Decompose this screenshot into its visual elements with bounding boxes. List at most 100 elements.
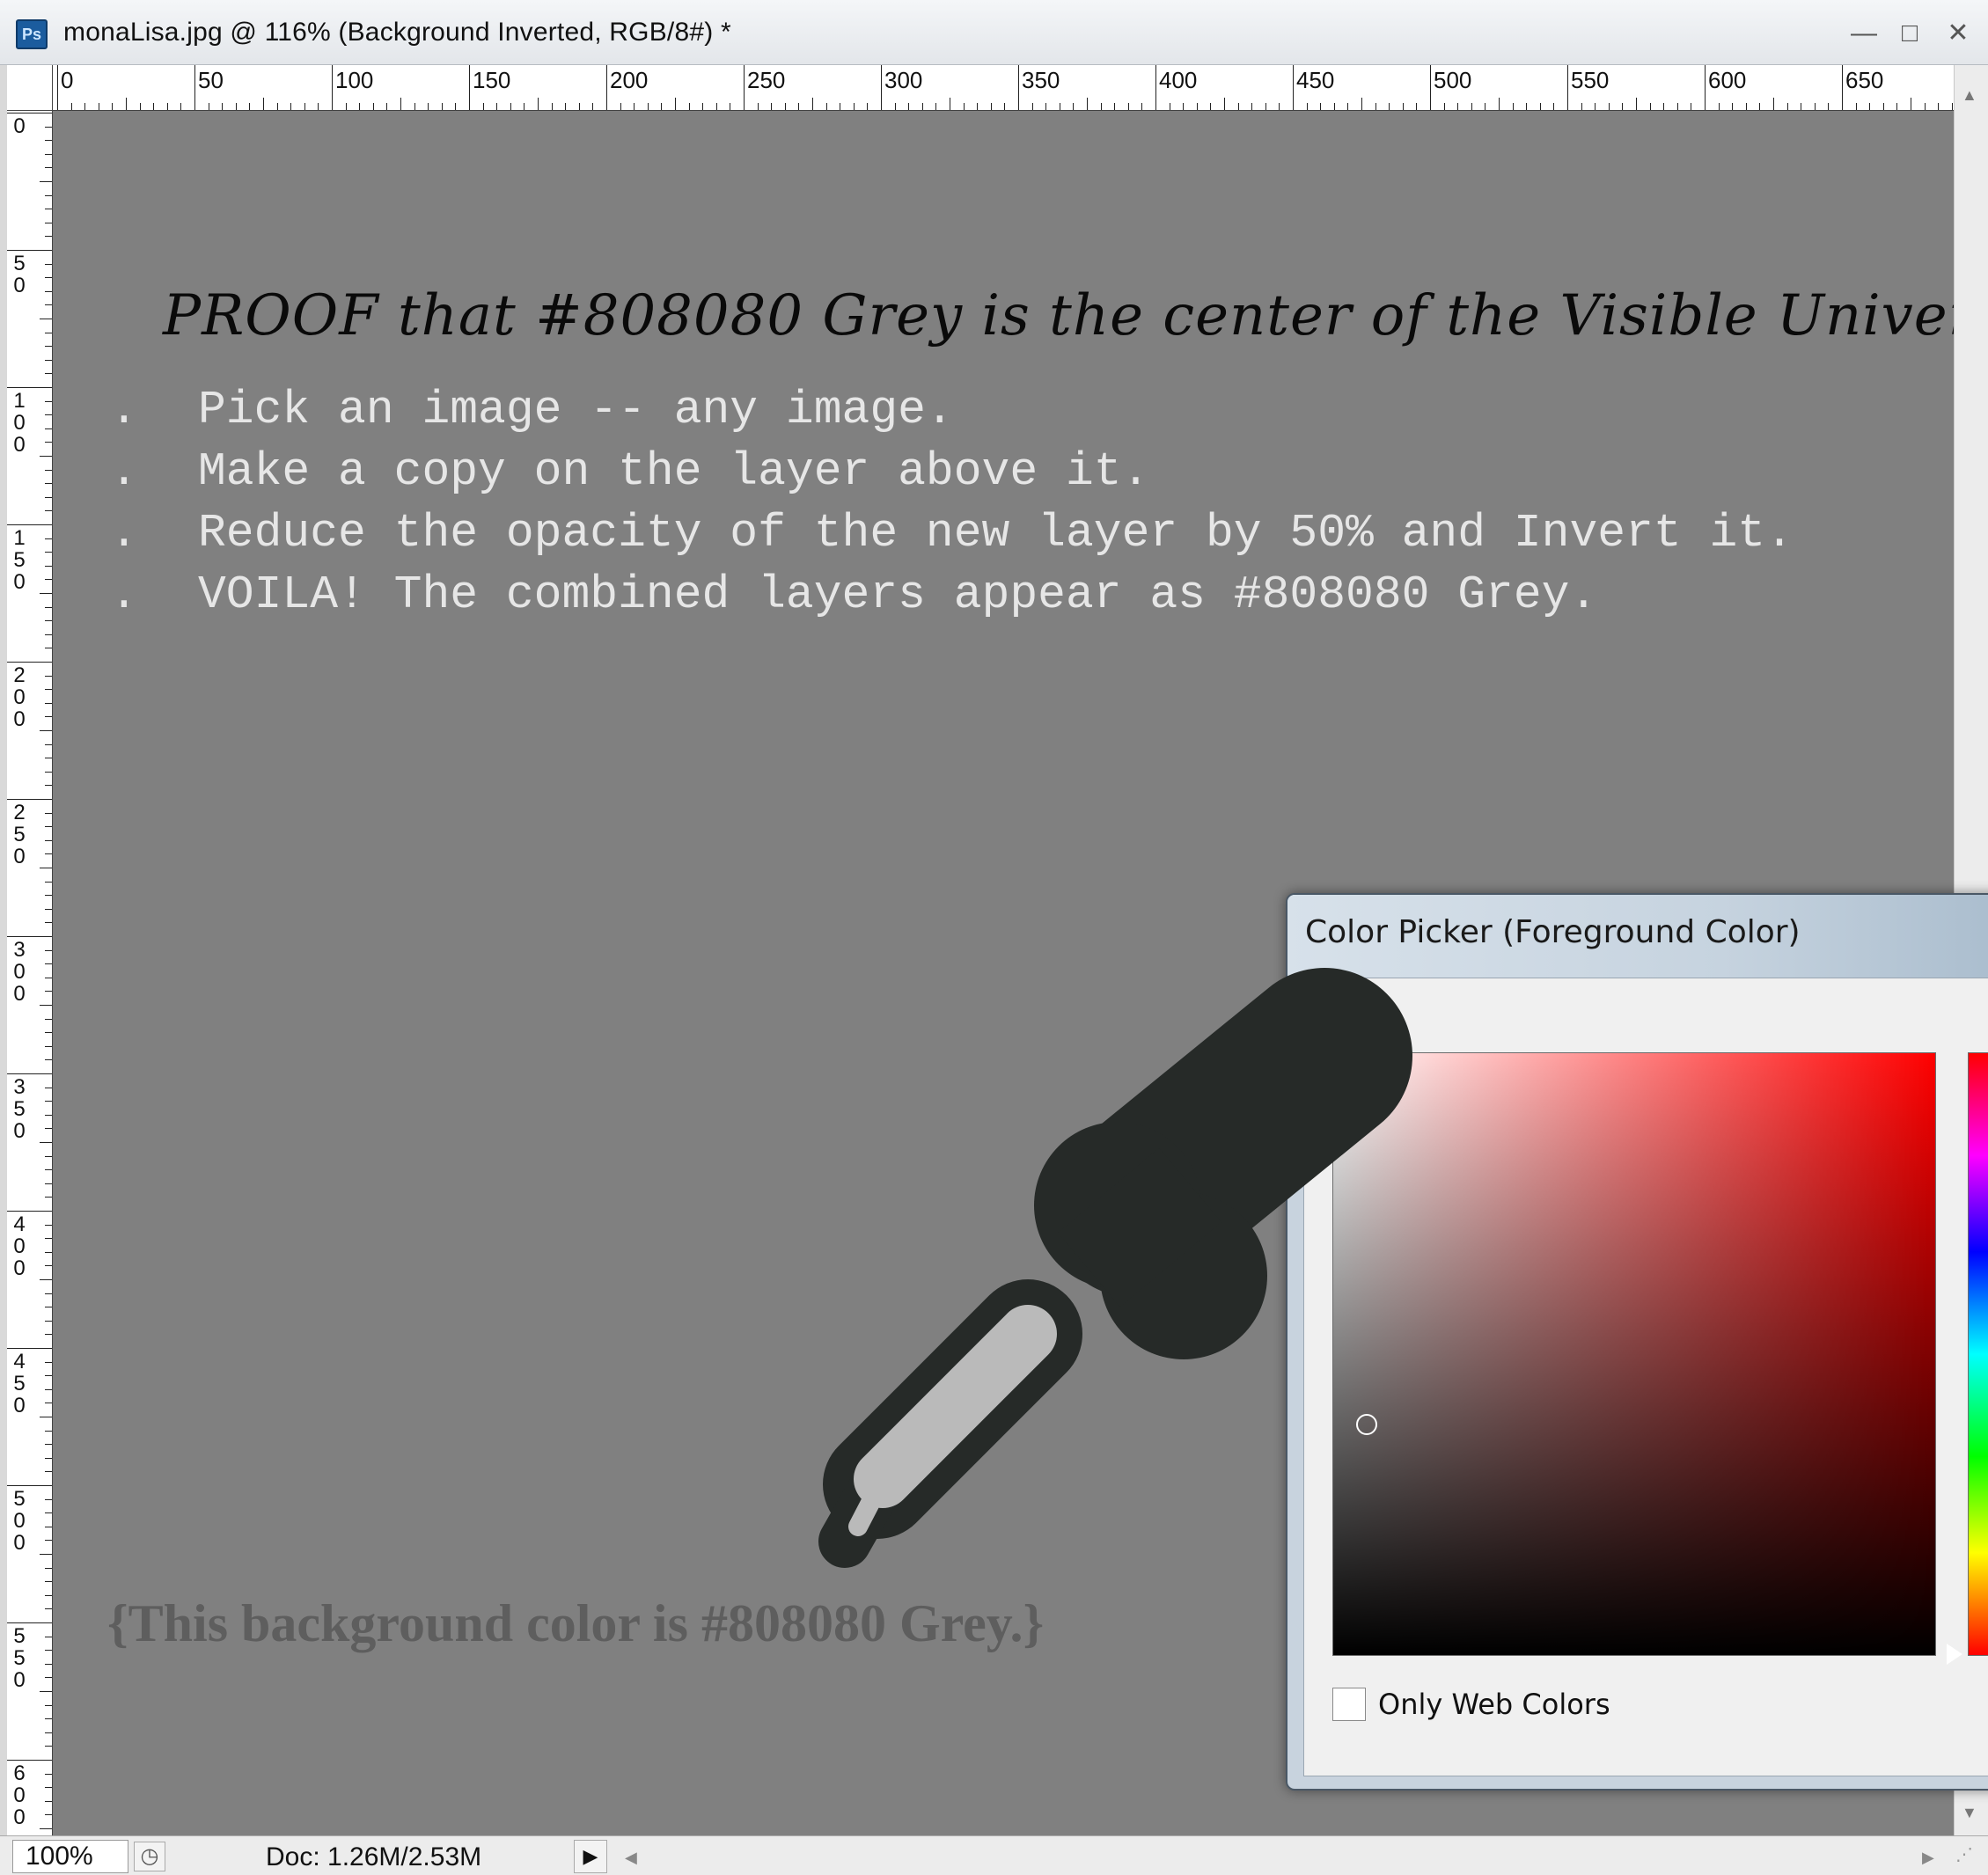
ruler-tick [1649,103,1651,110]
minimize-button[interactable]: — [1846,16,1882,51]
ruler-tick [1196,103,1198,110]
scroll-up-arrow-icon[interactable]: ▲ [1962,86,1977,105]
ruler-tick [45,1128,52,1130]
ruler-tick [45,853,52,855]
ruler-tick [1457,103,1459,110]
ruler-tick [332,65,333,110]
ruler-tick [45,1334,52,1336]
color-picker-title-bar[interactable]: Color Picker (Foreground Color) [1287,895,1988,978]
ruler-tick [45,1169,52,1171]
ruler-label: 100 [13,389,26,457]
ruler-tick [45,922,52,924]
ruler-tick [40,730,52,731]
ruler-tick [1595,103,1596,110]
ruler-tick [1224,98,1225,110]
ruler-tick [45,496,52,498]
ruler-tick [812,98,813,110]
ruler-tick [1279,103,1280,110]
ruler-tick [551,103,553,110]
ruler-tick [1402,103,1404,110]
ruler-tick [744,65,745,110]
ruler-tick [963,103,965,110]
ruler-tick [482,103,484,110]
zoom-level-field[interactable]: 100% [12,1840,128,1873]
ruler-tick [45,620,52,622]
status-bar: 100% ◷ Doc: 1.26M/2.53M ▶ ◀ ▶ ⋰ [0,1835,1988,1875]
horizontal-ruler[interactable]: 0 50 100 150 200 250 300 350 400 450 500 550 600 650 [53,65,1954,111]
ruler-tick [40,1279,52,1280]
step-bullet: . [110,568,138,621]
ruler-tick [784,103,786,110]
status-menu-arrow-button[interactable]: ▶ [574,1840,607,1873]
canvas-title-text: PROOF that #808080 Grey is the center of… [163,283,1954,348]
ruler-tick [139,103,141,110]
ruler-tick [45,675,52,677]
ruler-tick [1567,65,1568,110]
ruler-origin[interactable] [7,65,53,111]
ruler-tick [45,963,52,965]
ruler-tick [935,103,937,110]
color-field[interactable] [1332,1052,1936,1656]
color-picker-dialog[interactable]: Color Picker (Foreground Color) Only Web… [1286,893,1988,1791]
color-field-cursor[interactable] [1356,1414,1377,1435]
ruler-tick [661,103,663,110]
ruler-tick [675,98,676,110]
ruler-tick [45,126,52,128]
ruler-tick [45,290,52,292]
ruler-tick [1127,103,1129,110]
ruler-label: 450 [1296,67,1335,93]
ruler-label: 500 [13,1487,26,1555]
ruler-label: 650 [1845,67,1884,93]
only-web-colors-checkbox[interactable] [1332,1688,1366,1721]
step-text: VOILA! The combined layers appear as #80… [198,568,1598,621]
ruler-tick [45,1018,52,1020]
hue-slider-marker[interactable] [1947,1644,1962,1665]
ruler-tick [45,510,52,512]
scroll-left-arrow-icon[interactable]: ◀ [625,1842,637,1873]
ruler-tick [7,113,52,114]
ruler-tick [1320,103,1322,110]
ruler-tick [45,743,52,745]
resize-grip-icon[interactable]: ⋰ [1955,1843,1982,1870]
maximize-button[interactable]: □ [1892,16,1927,51]
ruler-tick [45,1732,52,1733]
ruler-tick [40,181,52,182]
ruler-tick [359,103,361,110]
scroll-right-arrow-icon[interactable]: ▶ [1922,1842,1934,1873]
ruler-tick [45,1498,52,1500]
ruler-tick [45,991,52,992]
close-button[interactable]: ✕ [1940,16,1976,51]
ruler-label: 50 [13,252,26,297]
ruler-tick [276,103,278,110]
scroll-down-arrow-icon[interactable]: ▼ [1962,1804,1977,1822]
ruler-tick [45,1457,52,1459]
ruler-tick [1031,103,1033,110]
ruler-tick [45,469,52,471]
ruler-tick [1718,103,1720,110]
only-web-colors-label[interactable]: Only Web Colors [1378,1688,1610,1721]
step-bullet: . [110,445,138,498]
ruler-tick [45,346,52,348]
ruler-tick [1004,103,1006,110]
ruler-tick [1045,103,1047,110]
vertical-ruler[interactable]: 0 50 100 150 200 250 300 350 400 450 500 550 600 [7,111,53,1835]
ruler-tick [7,662,52,663]
ruler-tick [7,1348,52,1349]
hue-slider[interactable] [1968,1052,1988,1656]
ruler-tick [45,153,52,155]
ruler-tick [45,1375,52,1377]
ruler-tick [45,716,52,718]
status-icon[interactable]: ◷ [134,1842,165,1871]
ruler-label: 550 [13,1624,26,1692]
ruler-tick [45,1059,52,1061]
ruler-tick [45,565,52,567]
ruler-tick [45,689,52,691]
ruler-tick [1375,103,1376,110]
ruler-tick [45,442,52,443]
ruler-tick [688,103,690,110]
ruler-tick [45,1608,52,1610]
ruler-tick [510,103,511,110]
ruler-tick [1526,103,1528,110]
ruler-tick [45,908,52,910]
ruler-tick [45,1032,52,1034]
